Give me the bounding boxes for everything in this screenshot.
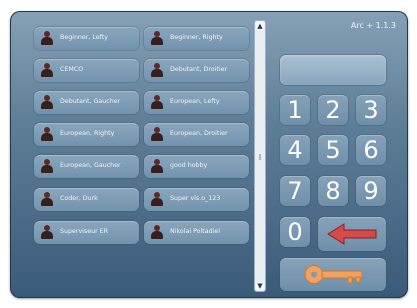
user-name: CEMCO <box>60 66 84 73</box>
user-icon <box>150 159 164 174</box>
user-icon <box>150 127 164 142</box>
key-5[interactable]: 5 <box>318 135 348 165</box>
user-button[interactable]: Super vis.o_123 <box>144 188 249 211</box>
backspace-button[interactable] <box>318 217 386 251</box>
user-button[interactable]: European, Droitier <box>144 123 249 146</box>
user-name: Debutant, Gaucher <box>60 98 121 105</box>
user-name: Nikolai Poltadiel <box>170 228 220 235</box>
user-name: Beginner, Lefty <box>60 34 108 41</box>
user-button[interactable]: European, Lefty <box>144 91 249 114</box>
user-icon <box>40 31 54 46</box>
user-icon <box>150 31 164 46</box>
key-3[interactable]: 3 <box>356 95 386 125</box>
user-button[interactable]: Beginner, Lefty <box>34 27 139 50</box>
user-name: European, Righty <box>60 130 115 137</box>
version-label: Arc + 1.1.3 <box>350 21 396 30</box>
user-icon <box>150 95 164 110</box>
key-1[interactable]: 1 <box>280 95 310 125</box>
pin-display <box>280 55 386 85</box>
chevron-down-icon[interactable]: ▼ <box>256 282 264 290</box>
user-icon <box>150 192 164 207</box>
user-button[interactable]: Nikolai Poltadiel <box>144 221 249 244</box>
user-name: Debutant, Droitier <box>170 66 228 73</box>
user-icon <box>40 63 54 78</box>
user-name: European, Droitier <box>170 130 228 137</box>
chevron-up-icon[interactable]: ▲ <box>256 22 264 30</box>
user-name: Super vis.o_123 <box>170 195 221 202</box>
user-icon <box>40 159 54 174</box>
user-list-scrollbar[interactable]: ▲ ▼ <box>255 21 265 291</box>
user-button[interactable]: Debutant, Gaucher <box>34 91 139 114</box>
user-button[interactable]: European, Gaucher <box>34 155 139 178</box>
key-2[interactable]: 2 <box>318 95 348 125</box>
key-6[interactable]: 6 <box>356 135 386 165</box>
user-icon <box>40 127 54 142</box>
user-button[interactable]: Superviseur ER <box>34 221 139 244</box>
key-7[interactable]: 7 <box>280 176 310 206</box>
login-panel: Arc + 1.1.3 Beginner, Lefty Beginner, Ri… <box>10 11 408 298</box>
user-button[interactable]: Coder, Durk <box>34 188 139 211</box>
key-9[interactable]: 9 <box>356 176 386 206</box>
key-0[interactable]: 0 <box>280 217 310 247</box>
user-icon <box>150 225 164 240</box>
key-8[interactable]: 8 <box>318 176 348 206</box>
user-name: European, Lefty <box>170 98 220 105</box>
user-name: Beginner, Righty <box>170 34 223 41</box>
user-button[interactable]: good hobby <box>144 155 249 178</box>
user-button[interactable]: Beginner, Righty <box>144 27 249 50</box>
user-icon <box>150 63 164 78</box>
user-name: good hobby <box>170 162 208 169</box>
user-button[interactable]: Debutant, Droitier <box>144 59 249 82</box>
enter-button[interactable] <box>280 258 386 291</box>
user-button[interactable]: CEMCO <box>34 59 139 82</box>
user-icon <box>40 192 54 207</box>
user-name: Superviseur ER <box>60 228 109 235</box>
user-button[interactable]: European, Righty <box>34 123 139 146</box>
orange-key-icon <box>304 265 363 284</box>
user-icon <box>40 225 54 240</box>
user-icon <box>40 95 54 110</box>
user-name: European, Gaucher <box>60 162 121 169</box>
red-left-arrow-icon <box>327 223 377 245</box>
scroll-grip[interactable] <box>259 154 261 160</box>
key-4[interactable]: 4 <box>280 135 310 165</box>
user-name: Coder, Durk <box>60 195 98 202</box>
